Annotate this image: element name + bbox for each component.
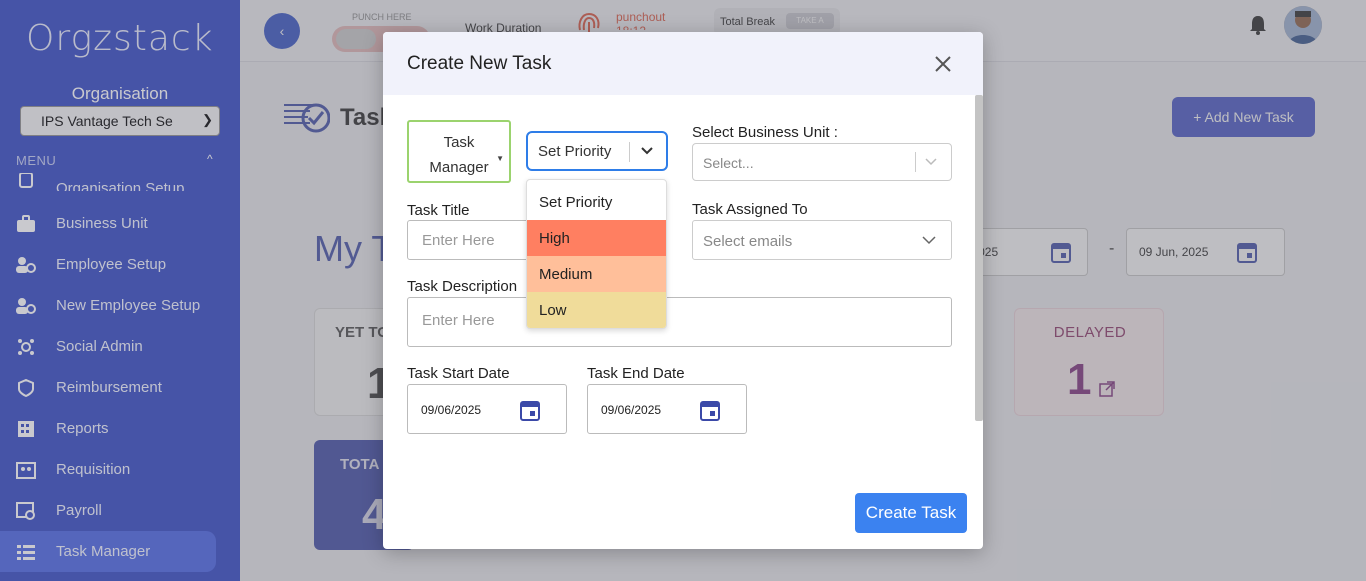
task-start-date-value: 09/06/2025 [421,403,482,417]
chevron-down-icon [639,143,655,163]
task-end-date-value: 09/06/2025 [601,403,662,417]
create-task-button[interactable]: Create Task [855,493,967,533]
business-unit-select[interactable]: Select... [692,143,952,181]
select-separator [629,142,630,162]
task-description-input[interactable]: Enter Here [407,297,952,347]
modal-header: Create New Task [383,32,983,95]
priority-select-value: Set Priority [538,143,612,160]
caret-down-icon: ▼ [496,154,504,163]
calendar-icon[interactable] [520,399,540,424]
priority-option-medium[interactable]: Medium [527,256,666,292]
modal-title: Create New Task [407,53,552,74]
modal-scrollbar[interactable] [975,95,983,421]
task-assigned-label: Task Assigned To [692,201,808,218]
task-description-label: Task Description [407,278,518,295]
priority-option-set[interactable]: Set Priority [527,184,666,220]
close-icon[interactable] [933,54,953,74]
task-end-date-label: Task End Date [587,365,685,382]
modal-backdrop-sidebar [0,0,240,581]
task-type-line1: Task [443,134,475,151]
priority-select[interactable]: Set Priority [526,131,668,171]
business-unit-placeholder: Select... [703,155,754,171]
task-title-label: Task Title [407,202,470,219]
create-task-modal: Create New Task Task Manager ▼ Set Prior… [383,32,983,549]
task-type-line2: Manager [429,159,489,176]
task-description-placeholder: Enter Here [422,312,495,329]
task-end-date-input[interactable]: 09/06/2025 [587,384,747,434]
priority-option-low[interactable]: Low [527,292,666,328]
chevron-down-icon [923,154,939,173]
task-assigned-placeholder: Select emails [703,233,793,250]
task-type-dropdown[interactable]: Task Manager ▼ [407,120,511,183]
select-separator [915,152,916,172]
task-start-date-input[interactable]: 09/06/2025 [407,384,567,434]
business-unit-label: Select Business Unit : [692,124,838,141]
task-assigned-select[interactable]: Select emails [692,220,952,260]
chevron-down-icon [921,232,937,252]
priority-dropdown-menu: Set Priority High Medium Low [526,179,667,329]
calendar-icon[interactable] [700,399,720,424]
priority-option-high[interactable]: High [527,220,666,256]
task-start-date-label: Task Start Date [407,365,510,382]
task-title-placeholder: Enter Here [422,232,495,249]
